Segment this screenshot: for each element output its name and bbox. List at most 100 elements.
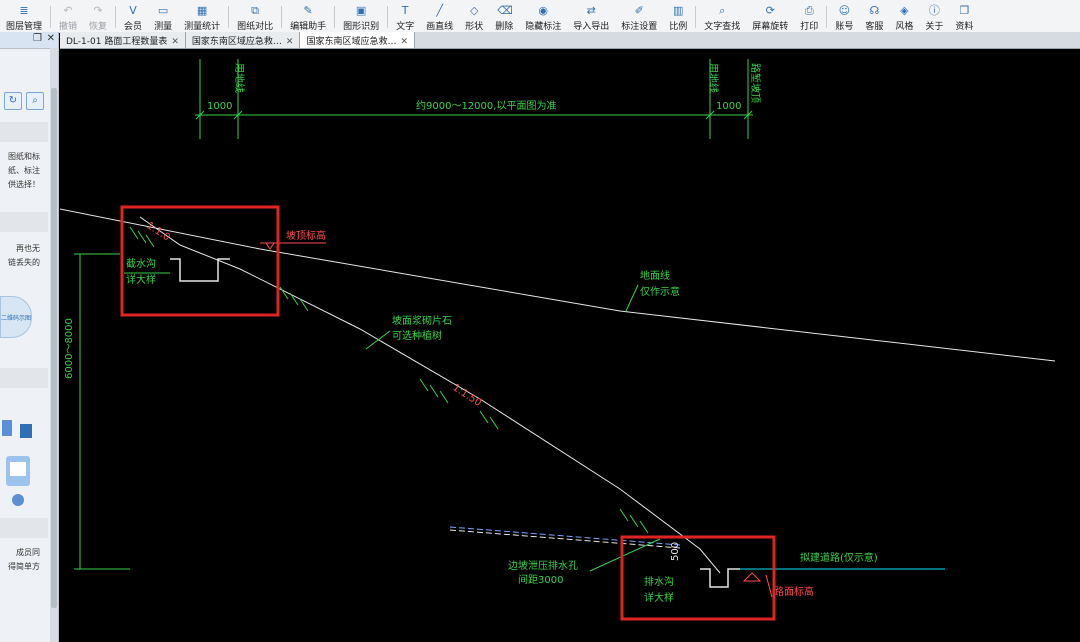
toolbar-separator bbox=[281, 6, 283, 28]
toolbar-scale-button[interactable]: ▥ 比例 bbox=[663, 0, 693, 33]
label-line-right2: 路堑坡顶 bbox=[749, 63, 762, 103]
dim-left: 1000 bbox=[207, 101, 232, 112]
toolbar-undo-button[interactable]: ↶ 撤销 bbox=[53, 0, 83, 33]
toolbar-eye-button[interactable]: ◉ 隐藏标注 bbox=[519, 0, 567, 33]
toolbar-shape-recognize-button[interactable]: ▣ 图形识别 bbox=[337, 0, 385, 33]
slope-mid-ratio: 1:1.50 bbox=[450, 382, 483, 409]
toolbar-text-button[interactable]: T 文字 bbox=[390, 0, 420, 33]
scale-icon: ▥ bbox=[673, 4, 684, 17]
tab-doc-2[interactable]: 国家东南区域应急救… ✕ bbox=[185, 32, 301, 48]
top-ditch bbox=[170, 258, 230, 282]
compare-icon: ⧉ bbox=[251, 4, 260, 17]
refresh-icon[interactable]: ↻ bbox=[4, 92, 22, 110]
toolbar-printer-button[interactable]: ⎙ 打印 bbox=[794, 0, 824, 33]
toolbar-edit-assist-button[interactable]: ✎ 编辑助手 bbox=[284, 0, 332, 33]
tab-doc-3[interactable]: 国家东南区域应急救… ✕ bbox=[300, 32, 415, 48]
drain-hole-label: 边坡泄压排水孔 bbox=[508, 559, 578, 572]
toolbar-headset-button[interactable]: ☊ 客服 bbox=[859, 0, 889, 33]
restore-icon[interactable]: ❐ bbox=[33, 33, 42, 44]
toolbar-label: 编辑助手 bbox=[290, 22, 327, 32]
vip-icon: V bbox=[129, 4, 137, 17]
toolbar-vip-button[interactable]: V 会员 bbox=[118, 0, 148, 33]
toolbar-separator bbox=[115, 6, 117, 28]
panel-band bbox=[0, 518, 48, 538]
scrollbar-thumb[interactable] bbox=[51, 88, 57, 608]
shape-icon: ◇ bbox=[469, 4, 479, 17]
close-tab-icon[interactable]: ✕ bbox=[171, 37, 179, 47]
close-tab-icon[interactable]: ✕ bbox=[286, 37, 294, 47]
toolbar-rotate-screen-button[interactable]: ⟳ 屏幕旋转 bbox=[746, 0, 794, 33]
toolbar-ruler-button[interactable]: ▭ 测量 bbox=[148, 0, 178, 33]
toolbar-label: 形状 bbox=[465, 22, 484, 32]
toolbar-label: 撤销 bbox=[59, 22, 78, 32]
toolbar-eraser-button[interactable]: ⌫ 删除 bbox=[489, 0, 519, 33]
road-elev-label: 路面标高 bbox=[774, 585, 814, 598]
tab-doc-1[interactable]: DL-1-01 路面工程数量表 ✕ bbox=[60, 32, 186, 48]
dim-middle: 约9000～12000,以平面图为准 bbox=[416, 99, 556, 112]
ground-line-label2: 仅作示意 bbox=[640, 285, 680, 298]
drain-spacing-label: 间距3000 bbox=[518, 573, 563, 586]
promo-text-6: 成员同 bbox=[16, 548, 40, 557]
toolbar-text-search-button[interactable]: ⌕ 文字查找 bbox=[698, 0, 746, 33]
toolbar-label: 测量 bbox=[154, 22, 173, 32]
stats-icon: ▦ bbox=[196, 4, 208, 17]
toolbar-label: 图层管理 bbox=[6, 22, 43, 32]
document-tabs: DL-1-01 路面工程数量表 ✕ 国家东南区域应急救… ✕ 国家东南区域应急救… ✕ bbox=[60, 32, 1080, 49]
panel-scrollbar[interactable] bbox=[50, 48, 58, 642]
toolbar-user-button[interactable]: ☺ 账号 bbox=[829, 0, 859, 33]
info-icon: ⓘ bbox=[928, 4, 940, 17]
toolbar-label: 删除 bbox=[495, 22, 514, 32]
promo-text-1: 图纸和标 bbox=[8, 152, 40, 161]
toolbar-line-button[interactable]: ╱ 画直线 bbox=[420, 0, 459, 33]
promo-text-2: 纸、标注 bbox=[8, 166, 40, 175]
panel-band bbox=[0, 122, 48, 142]
qr-badge[interactable]: 二维码示图 bbox=[0, 296, 32, 338]
toolbar-label: 风格 bbox=[895, 22, 914, 32]
toolbar-layers-button[interactable]: ≣ 图层管理 bbox=[0, 0, 48, 33]
layers-icon: ≣ bbox=[19, 4, 29, 17]
ditch-top-ref: 详大样 bbox=[126, 273, 156, 286]
toolbar-compare-button[interactable]: ⧉ 图纸对比 bbox=[231, 0, 279, 33]
toolbar-label: 客服 bbox=[865, 22, 884, 32]
slope-protect-label: 坡面浆砌片石 bbox=[392, 314, 452, 327]
headset-icon: ☊ bbox=[869, 4, 880, 17]
shape-recognize-icon: ▣ bbox=[355, 4, 367, 17]
toolbar-stats-button[interactable]: ▦ 测量统计 bbox=[178, 0, 226, 33]
toolbar-annotation-settings-button[interactable]: ✐ 标注设置 bbox=[615, 0, 663, 33]
toolbar-separator bbox=[387, 6, 389, 28]
toolbar-import-export-button[interactable]: ⇄ 导入导出 bbox=[567, 0, 615, 33]
toolbar-shape-button[interactable]: ◇ 形状 bbox=[459, 0, 489, 33]
rotate-screen-icon: ⟳ bbox=[765, 4, 775, 17]
close-icon[interactable]: ✕ bbox=[47, 33, 55, 44]
docs-icon: ❐ bbox=[959, 4, 970, 17]
line-icon: ╱ bbox=[436, 4, 443, 17]
toolbar-redo-button[interactable]: ↷ 恢复 bbox=[83, 0, 113, 33]
label-line-left: 用地线 bbox=[233, 63, 246, 93]
promo-text-7: 得简单方 bbox=[8, 562, 40, 571]
panel-tools: ↻ ⌕ bbox=[4, 92, 44, 110]
toolbar-label: 图形识别 bbox=[343, 22, 380, 32]
drawing-canvas[interactable]: 1000 约9000～12000,以平面图为准 1000 用地线 用地线 路堑坡… bbox=[60, 49, 1080, 642]
redo-icon: ↷ bbox=[93, 4, 103, 17]
toolbar-style-button[interactable]: ◈ 风格 bbox=[889, 0, 919, 33]
close-tab-icon[interactable]: ✕ bbox=[400, 37, 408, 47]
toolbar-label: 标注设置 bbox=[621, 22, 658, 32]
toolbar-label: 测量统计 bbox=[184, 22, 221, 32]
toolbar-label: 隐藏标注 bbox=[525, 22, 562, 32]
road-label: 拟建道路(仅示意) bbox=[800, 551, 878, 564]
dim-right: 1000 bbox=[716, 101, 741, 112]
height-dim: 6000～8000 bbox=[64, 318, 75, 379]
slope-top-ratio: 1:1.0 bbox=[144, 220, 171, 243]
illustration-icon bbox=[2, 404, 42, 514]
cad-drawing[interactable]: 1000 约9000～12000,以平面图为准 1000 用地线 用地线 路堑坡… bbox=[60, 49, 1080, 642]
search-icon[interactable]: ⌕ bbox=[26, 92, 44, 110]
ditch-bottom-ref: 详大样 bbox=[644, 591, 674, 604]
toolbar-label: 账号 bbox=[835, 22, 854, 32]
toolbar-info-button[interactable]: ⓘ 关于 bbox=[919, 0, 949, 33]
ditch-top-label: 截水沟 bbox=[126, 257, 156, 270]
dim-500: 500 bbox=[670, 542, 681, 561]
toolbar-docs-button[interactable]: ❐ 资料 bbox=[949, 0, 979, 33]
undo-icon: ↶ bbox=[63, 4, 73, 17]
panel-band bbox=[0, 212, 48, 232]
import-export-icon: ⇄ bbox=[586, 4, 596, 17]
